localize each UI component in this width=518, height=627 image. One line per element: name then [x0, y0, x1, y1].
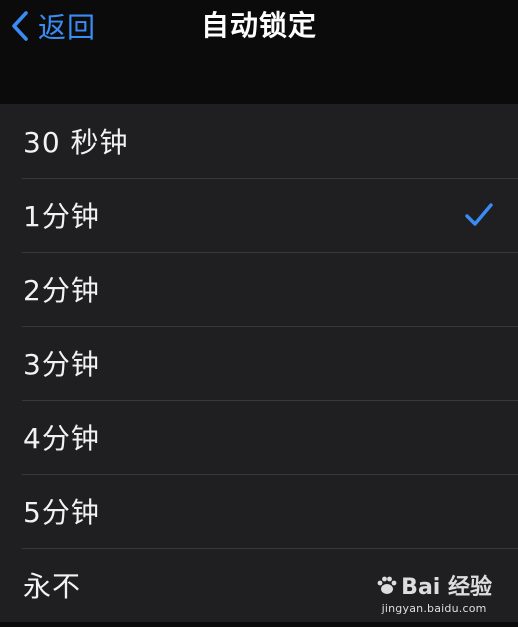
option-label: 4分钟 — [23, 422, 100, 455]
auto-lock-options-list: 30 秒钟 1分钟 2分钟 3分钟 4分钟 5分钟 永不 — [0, 104, 518, 622]
option-label: 永不 — [23, 570, 82, 603]
checkmark-icon — [465, 203, 493, 226]
option-30-seconds[interactable]: 30 秒钟 — [0, 104, 518, 178]
option-2-minutes[interactable]: 2分钟 — [0, 252, 518, 326]
option-1-minute[interactable]: 1分钟 — [0, 178, 518, 252]
option-5-minutes[interactable]: 5分钟 — [0, 474, 518, 548]
watermark-url: jingyan.baidu.com — [381, 602, 487, 615]
watermark-logo: Bai 经验 — [376, 569, 492, 601]
navigation-bar: 返回 自动锁定 — [0, 0, 518, 104]
option-label: 5分钟 — [23, 496, 100, 529]
option-4-minutes[interactable]: 4分钟 — [0, 400, 518, 474]
watermark-logo-text: Bai 经验 — [401, 575, 492, 600]
option-label: 30 秒钟 — [23, 126, 129, 159]
paw-icon — [377, 576, 397, 594]
option-label: 2分钟 — [23, 274, 100, 307]
option-label: 3分钟 — [23, 348, 100, 381]
option-label: 1分钟 — [23, 200, 100, 233]
baidu-jingyan-watermark: Bai 经验 jingyan.baidu.com — [376, 569, 492, 615]
option-3-minutes[interactable]: 3分钟 — [0, 326, 518, 400]
page-title: 自动锁定 — [200, 9, 317, 42]
auto-lock-screen: 返回 自动锁定 30 秒钟 1分钟 2分钟 3分钟 4分钟 5分钟 永不 Bai… — [0, 0, 518, 627]
